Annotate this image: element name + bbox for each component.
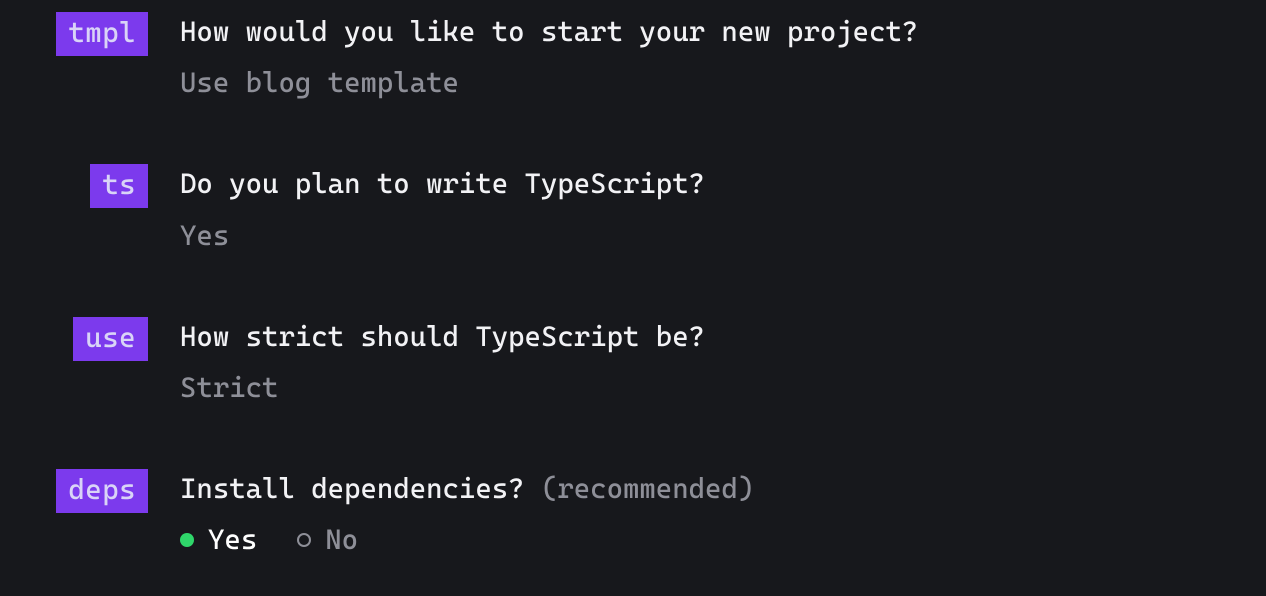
tag-deps: deps: [56, 469, 148, 513]
tag-ts: ts: [90, 164, 148, 208]
choice-no[interactable]: No: [297, 520, 358, 559]
prompt-answer: Use blog template: [180, 63, 1266, 102]
tag-column: tmpl: [0, 12, 180, 56]
prompt-question: Install dependencies?: [180, 472, 525, 505]
prompt-row-deps: deps Install dependencies? (recommended)…: [0, 469, 1266, 559]
choice-label: Yes: [208, 520, 257, 559]
prompt-hint: (recommended): [541, 472, 754, 505]
tag-use: use: [73, 317, 148, 361]
prompt-content: Install dependencies? (recommended) Yes …: [180, 469, 1266, 559]
prompt-row-ts: ts Do you plan to write TypeScript? Yes: [0, 164, 1266, 254]
choice-yes[interactable]: Yes: [180, 520, 257, 559]
tag-column: ts: [0, 164, 180, 208]
radio-hollow-icon: [297, 533, 311, 547]
prompt-question: How would you like to start your new pro…: [180, 12, 1266, 51]
choice-group: Yes No: [180, 520, 1266, 559]
prompt-answer: Strict: [180, 368, 1266, 407]
tag-column: deps: [0, 469, 180, 513]
tag-column: use: [0, 317, 180, 361]
prompt-content: How would you like to start your new pro…: [180, 12, 1266, 102]
choice-label: No: [325, 520, 358, 559]
tag-tmpl: tmpl: [56, 12, 148, 56]
prompt-question-line: Install dependencies? (recommended): [180, 469, 1266, 508]
prompt-answer: Yes: [180, 216, 1266, 255]
prompt-content: Do you plan to write TypeScript? Yes: [180, 164, 1266, 254]
prompt-question: Do you plan to write TypeScript?: [180, 164, 1266, 203]
cli-wizard: tmpl How would you like to start your ne…: [0, 0, 1266, 560]
radio-filled-icon: [180, 533, 194, 547]
prompt-row-tmpl: tmpl How would you like to start your ne…: [0, 12, 1266, 102]
prompt-question: How strict should TypeScript be?: [180, 317, 1266, 356]
prompt-row-use: use How strict should TypeScript be? Str…: [0, 317, 1266, 407]
prompt-content: How strict should TypeScript be? Strict: [180, 317, 1266, 407]
